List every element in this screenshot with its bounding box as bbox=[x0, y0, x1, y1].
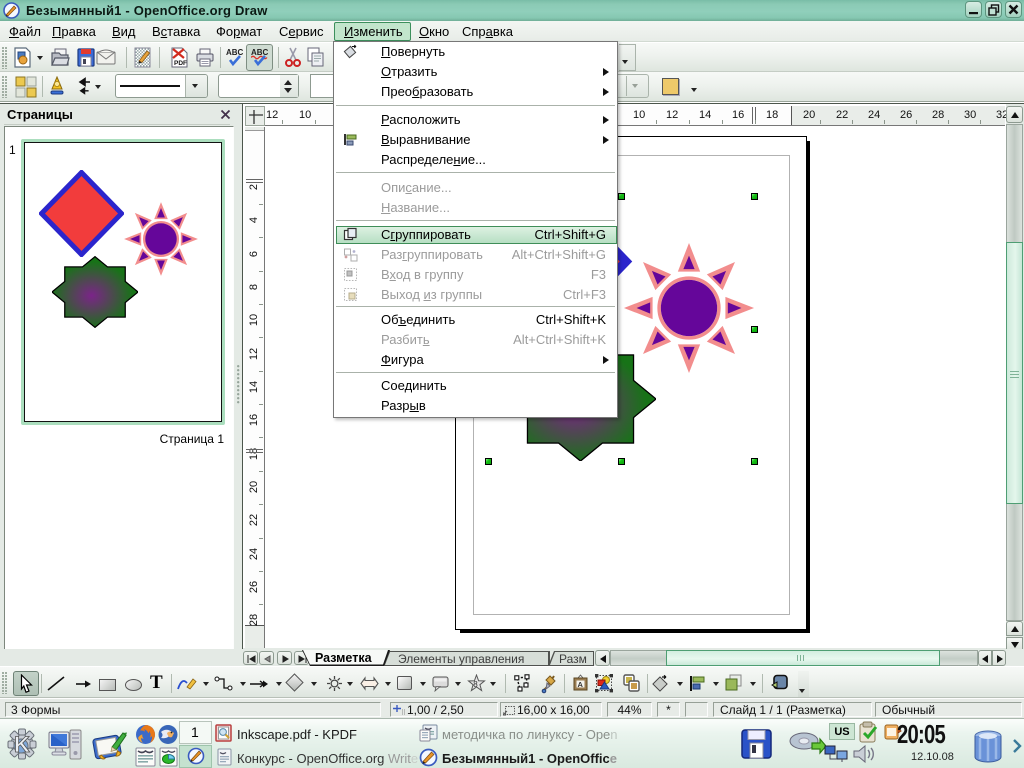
svg-text:K: K bbox=[14, 732, 30, 757]
svg-text:8: 8 bbox=[473, 680, 478, 689]
svg-text:ABC: ABC bbox=[226, 48, 244, 57]
svg-text:ABC: ABC bbox=[251, 48, 269, 57]
svg-text:A: A bbox=[578, 680, 584, 689]
svg-text:PDF: PDF bbox=[174, 60, 187, 67]
